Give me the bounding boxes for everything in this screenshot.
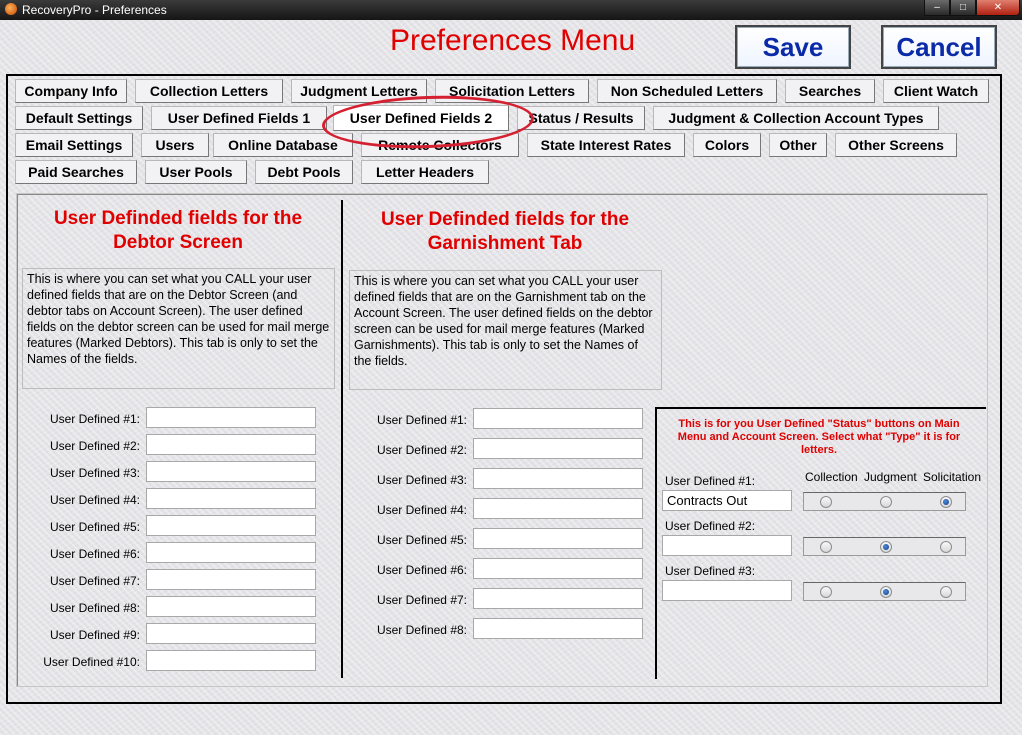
debtor-user-defined-7-input[interactable]	[146, 569, 316, 590]
field-label: User Defined #2:	[49, 439, 140, 453]
status-1-radio-collection[interactable]	[820, 496, 832, 508]
field-label: User Defined #8:	[376, 623, 467, 637]
column-divider	[341, 200, 343, 678]
field-label: User Defined #6:	[376, 563, 467, 577]
debtor-user-defined-9-input[interactable]	[146, 623, 316, 644]
column-header-solicitation: Solicitation	[923, 470, 982, 484]
status-3-label: User Defined #3:	[665, 564, 756, 578]
tab-colors[interactable]: Colors	[693, 133, 761, 157]
field-label: User Defined #6:	[49, 547, 140, 561]
tab-letter-headers[interactable]: Letter Headers	[361, 160, 489, 184]
tab-user-pools[interactable]: User Pools	[145, 160, 247, 184]
tab-user-defined-fields-1[interactable]: User Defined Fields 1	[151, 106, 327, 130]
status-3-radio-judgment[interactable]	[880, 586, 892, 598]
debtor-user-defined-2-input[interactable]	[146, 434, 316, 455]
garnishment-user-defined-8-input[interactable]	[473, 618, 643, 639]
debtor-description: This is where you can set what you CALL …	[22, 268, 335, 389]
status-1-input[interactable]	[662, 490, 792, 511]
tab-state-interest-rates[interactable]: State Interest Rates	[527, 133, 685, 157]
tab-users[interactable]: Users	[141, 133, 209, 157]
debtor-user-defined-3-input[interactable]	[146, 461, 316, 482]
field-label: User Defined #3:	[49, 466, 140, 480]
garnishment-user-defined-6-input[interactable]	[473, 558, 643, 579]
column-header-collection: Collection	[805, 470, 858, 484]
status-2-label: User Defined #2:	[665, 519, 756, 533]
status-3-input[interactable]	[662, 580, 792, 601]
field-label: User Defined #1:	[49, 412, 140, 426]
field-label: User Defined #10:	[43, 655, 140, 669]
debtor-user-defined-4-input[interactable]	[146, 488, 316, 509]
field-label: User Defined #3:	[376, 473, 467, 487]
tab-email-settings[interactable]: Email Settings	[15, 133, 133, 157]
tab-default-settings[interactable]: Default Settings	[15, 106, 143, 130]
debtor-section-title: User Definded fields for the Debtor Scre…	[53, 208, 303, 253]
debtor-user-defined-6-input[interactable]	[146, 542, 316, 563]
window-controls: – □ ✕	[924, 0, 1020, 16]
debtor-user-defined-1-input[interactable]	[146, 407, 316, 428]
garnishment-user-defined-3-input[interactable]	[473, 468, 643, 489]
debtor-user-defined-10-input[interactable]	[146, 650, 316, 671]
garnishment-description: This is where you can set what you CALL …	[349, 270, 662, 390]
status-1-radio-solicitation[interactable]	[940, 496, 952, 508]
field-label: User Defined #5:	[376, 533, 467, 547]
status-3-radio-solicitation[interactable]	[940, 586, 952, 598]
tab-other[interactable]: Other	[769, 133, 827, 157]
cancel-button[interactable]: Cancel	[881, 25, 997, 69]
app-icon	[5, 3, 17, 15]
minimize-icon[interactable]: –	[924, 0, 950, 16]
status-section-title: This is for you User Defined "Status" bu…	[677, 418, 961, 456]
status-2-radio-judgment[interactable]	[880, 541, 892, 553]
tab-searches[interactable]: Searches	[785, 79, 875, 103]
field-label: User Defined #9:	[49, 628, 140, 642]
field-label: User Defined #7:	[49, 574, 140, 588]
field-label: User Defined #8:	[49, 601, 140, 615]
column-header-judgment: Judgment	[864, 470, 917, 484]
garnishment-user-defined-2-input[interactable]	[473, 438, 643, 459]
debtor-user-defined-8-input[interactable]	[146, 596, 316, 617]
status-2-radio-collection[interactable]	[820, 541, 832, 553]
tab-debt-pools[interactable]: Debt Pools	[255, 160, 353, 184]
status-2-radio-solicitation[interactable]	[940, 541, 952, 553]
status-2-input[interactable]	[662, 535, 792, 556]
garnishment-user-defined-1-input[interactable]	[473, 408, 643, 429]
save-button[interactable]: Save	[735, 25, 851, 69]
status-3-type-group	[803, 582, 966, 601]
tab-paid-searches[interactable]: Paid Searches	[15, 160, 137, 184]
page-title: Preferences Menu	[390, 24, 636, 57]
status-1-type-group	[803, 492, 966, 511]
garnishment-section-title: User Definded fields for the Garnishment…	[380, 209, 630, 254]
garnishment-user-defined-7-input[interactable]	[473, 588, 643, 609]
window-titlebar: RecoveryPro - Preferences – □ ✕	[0, 0, 1022, 20]
tab-company-info[interactable]: Company Info	[15, 79, 127, 103]
garnishment-user-defined-5-input[interactable]	[473, 528, 643, 549]
status-1-label: User Defined #1:	[665, 474, 756, 488]
field-label: User Defined #4:	[376, 503, 467, 517]
tab-status-results[interactable]: Status / Results	[517, 106, 645, 130]
field-label: User Defined #2:	[376, 443, 467, 457]
garnishment-user-defined-4-input[interactable]	[473, 498, 643, 519]
status-3-radio-collection[interactable]	[820, 586, 832, 598]
window-title: RecoveryPro - Preferences	[22, 3, 167, 17]
field-label: User Defined #4:	[49, 493, 140, 507]
tab-other-screens[interactable]: Other Screens	[835, 133, 957, 157]
maximize-icon[interactable]: □	[950, 0, 976, 16]
status-1-radio-judgment[interactable]	[880, 496, 892, 508]
tab-judgment-collection-account-types[interactable]: Judgment & Collection Account Types	[653, 106, 939, 130]
field-label: User Defined #7:	[376, 593, 467, 607]
tab-client-watch[interactable]: Client Watch	[883, 79, 989, 103]
field-label: User Defined #5:	[49, 520, 140, 534]
close-icon[interactable]: ✕	[976, 0, 1020, 16]
debtor-user-defined-5-input[interactable]	[146, 515, 316, 536]
field-label: User Defined #1:	[376, 413, 467, 427]
status-2-type-group	[803, 537, 966, 556]
tab-collection-letters[interactable]: Collection Letters	[135, 79, 283, 103]
tab-non-scheduled-letters[interactable]: Non Scheduled Letters	[597, 79, 777, 103]
